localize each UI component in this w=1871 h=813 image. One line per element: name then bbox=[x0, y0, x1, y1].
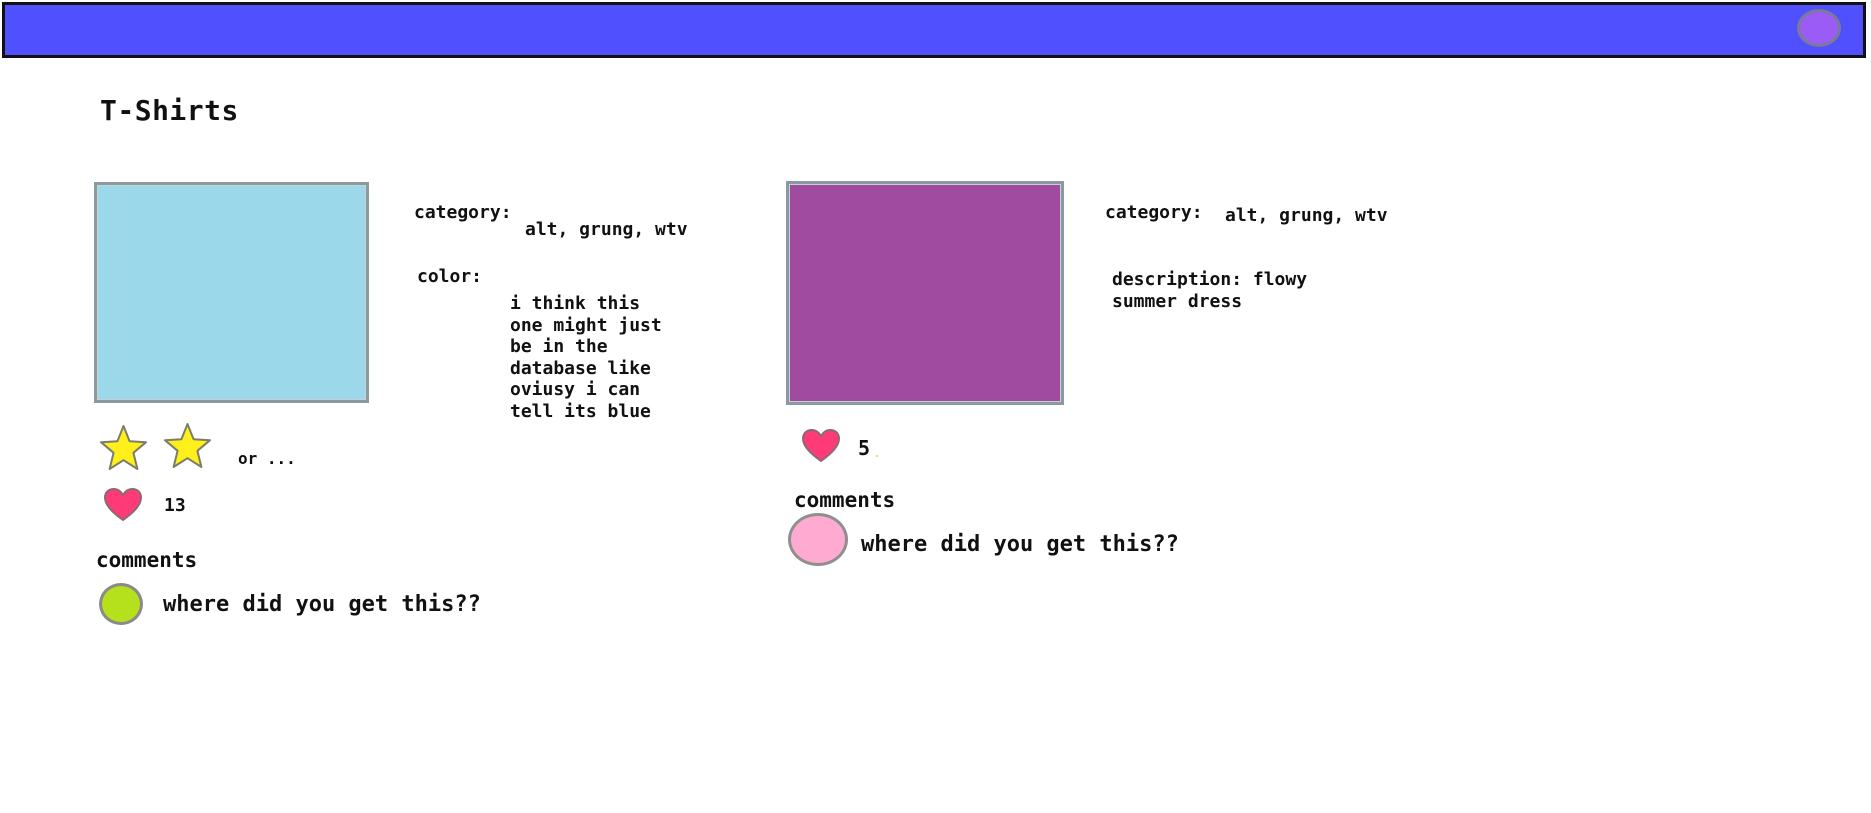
like-count: 13 bbox=[164, 495, 186, 516]
star-icon[interactable] bbox=[98, 424, 149, 472]
heart-icon[interactable] bbox=[103, 487, 143, 523]
heart-icon[interactable] bbox=[801, 428, 841, 464]
product-image[interactable] bbox=[94, 182, 369, 403]
comments-heading: comments bbox=[794, 488, 896, 512]
comment-avatar[interactable] bbox=[99, 583, 143, 625]
category-value: alt, grung, wtv bbox=[1225, 205, 1388, 226]
rating-suffix: or ... bbox=[238, 449, 296, 468]
comment-text: where did you get this?? bbox=[163, 592, 481, 617]
description: description: flowy summer dress bbox=[1112, 269, 1308, 312]
like-count: 5 bbox=[858, 436, 871, 460]
product-image[interactable] bbox=[786, 181, 1064, 405]
category-label: category: bbox=[414, 202, 512, 223]
category-value: alt, grung, wtv bbox=[525, 219, 688, 240]
page-title: T-Shirts bbox=[100, 94, 239, 127]
stray-dot bbox=[876, 455, 878, 457]
user-avatar[interactable] bbox=[1797, 9, 1841, 47]
comments-heading: comments bbox=[96, 548, 198, 572]
star-icon[interactable] bbox=[162, 422, 213, 470]
color-label: color: bbox=[417, 266, 483, 287]
top-nav-bar bbox=[2, 2, 1866, 58]
comment-text: where did you get this?? bbox=[861, 532, 1179, 557]
comment-avatar[interactable] bbox=[788, 513, 848, 566]
color-value: i think this one might just be in the da… bbox=[510, 293, 662, 422]
category-label: category: bbox=[1105, 202, 1203, 223]
